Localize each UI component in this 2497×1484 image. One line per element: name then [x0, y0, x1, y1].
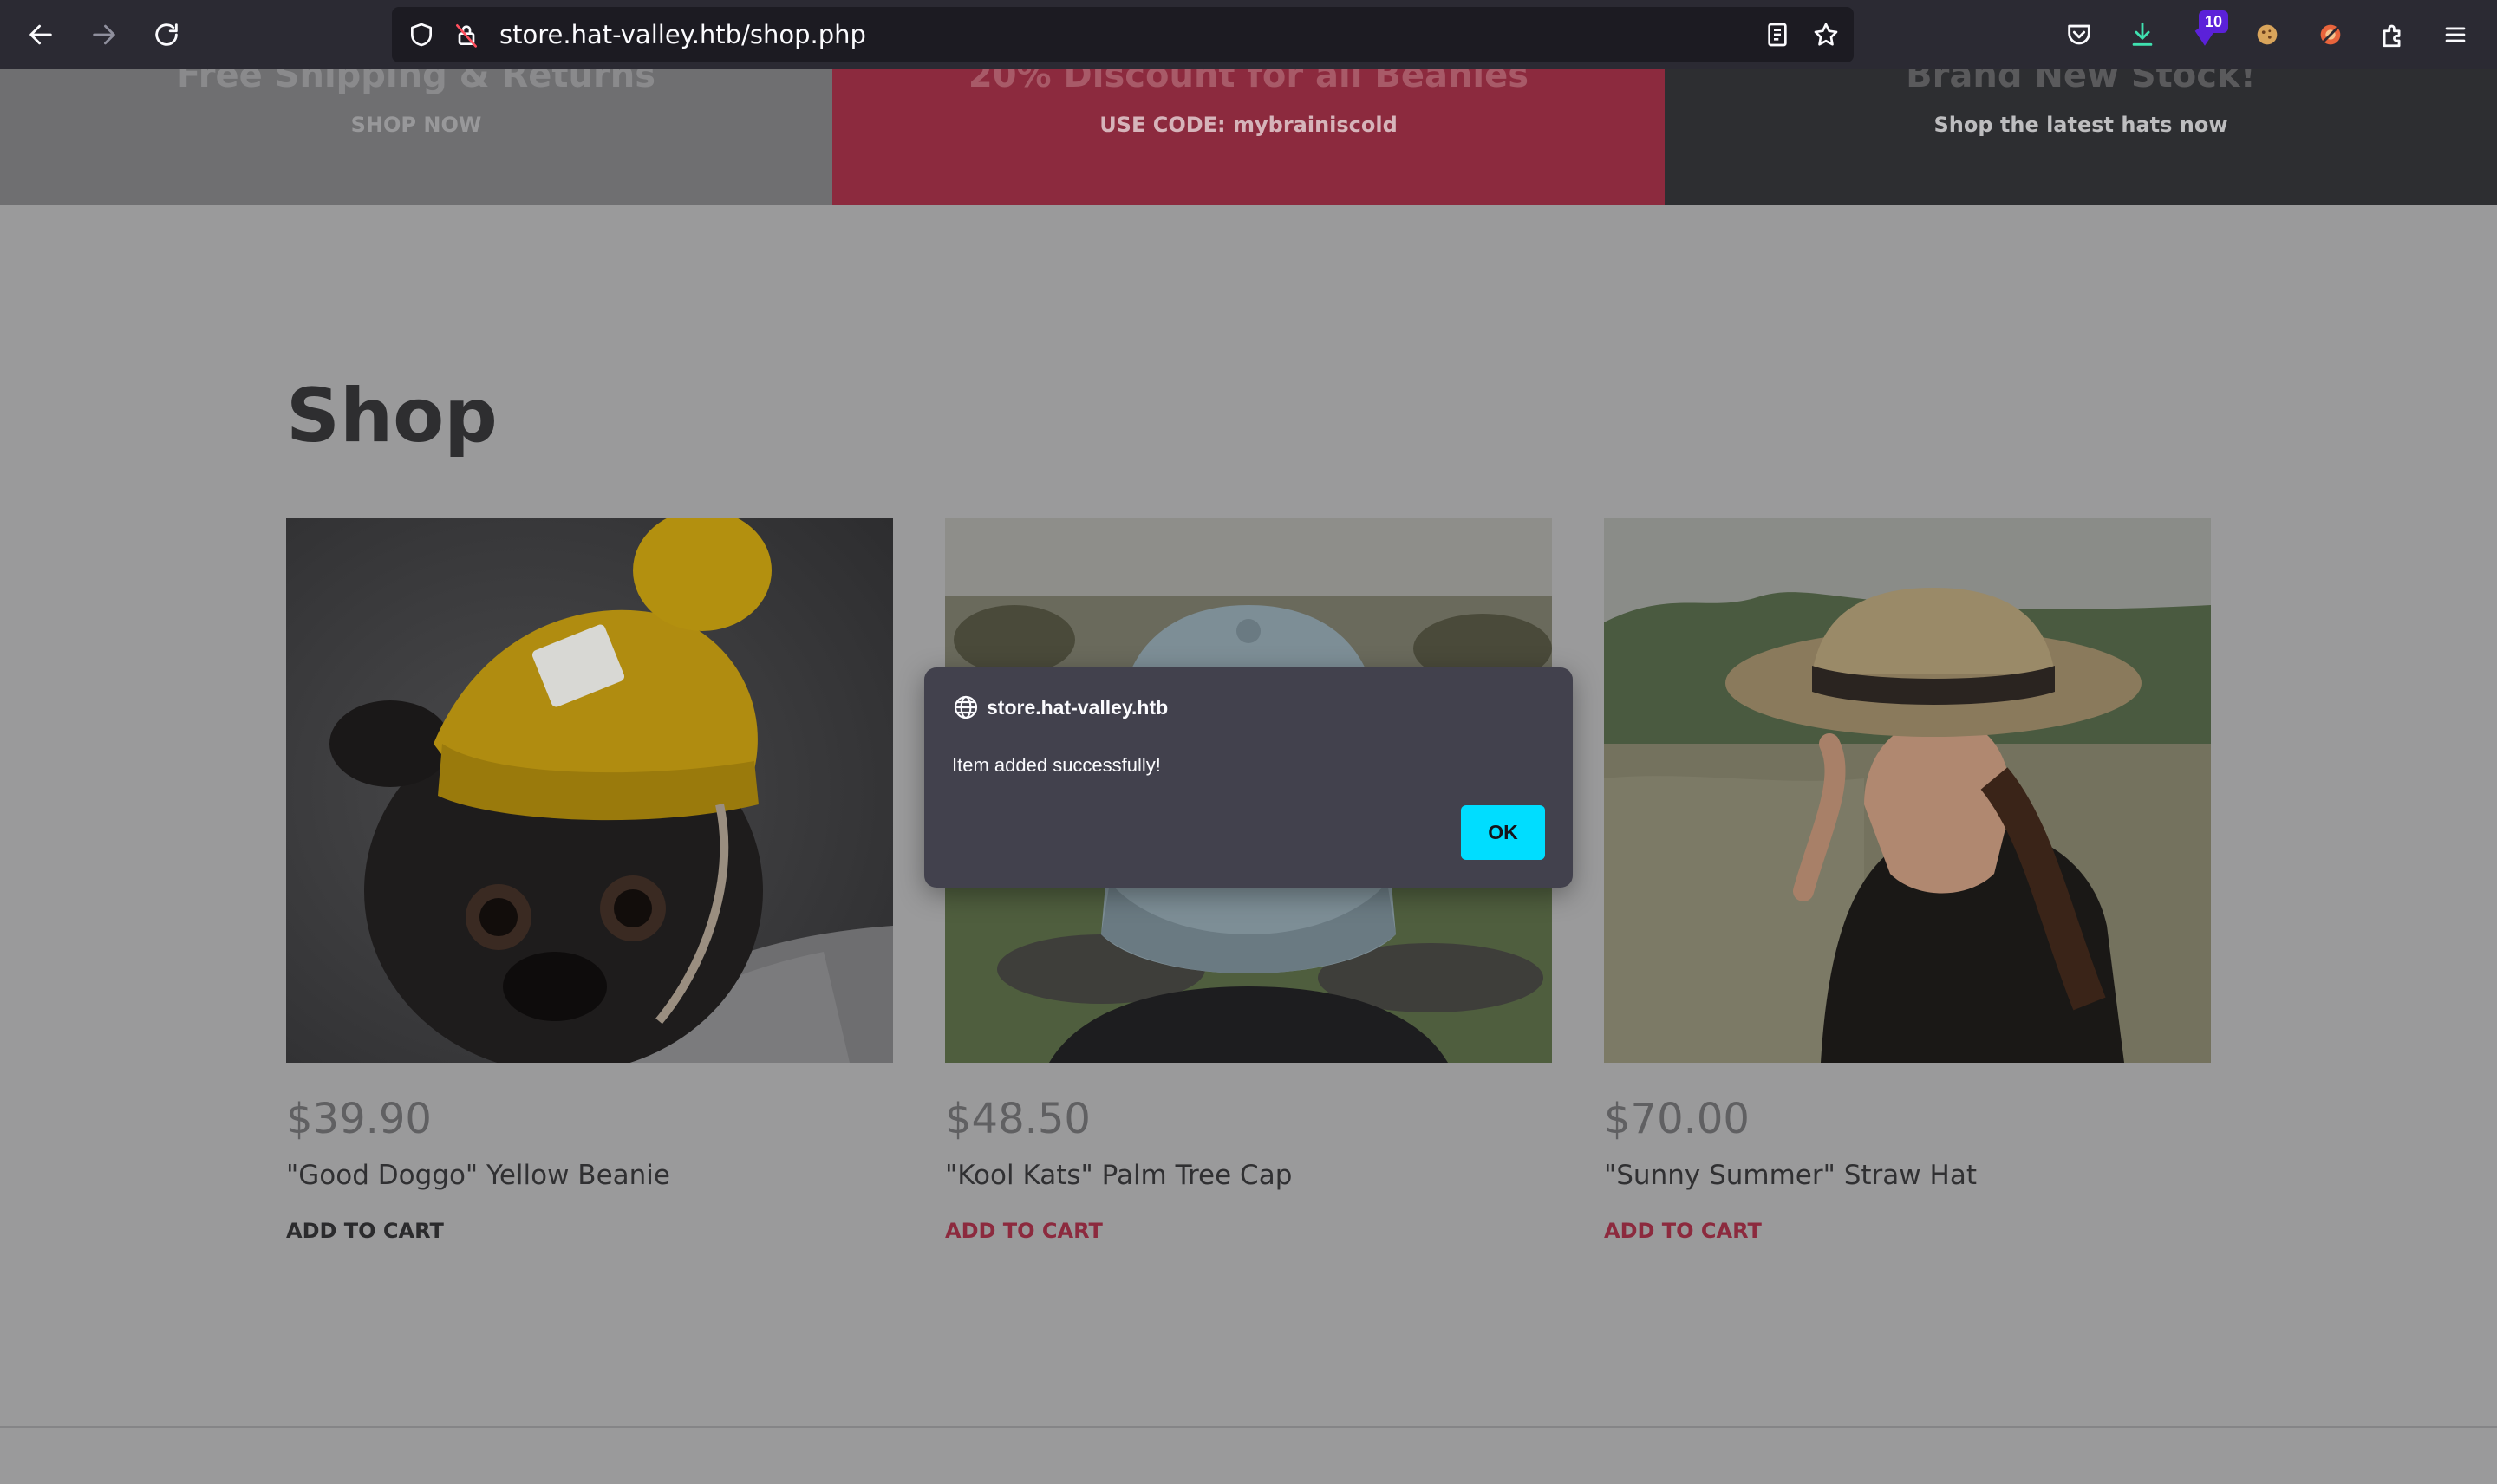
insecure-lock-icon[interactable]	[449, 17, 484, 52]
dialog-origin: store.hat-valley.htb	[952, 693, 1168, 721]
banner-title: Brand New Stock!	[1906, 69, 2256, 95]
banner-title: Free Shipping & Returns	[176, 69, 656, 95]
hamburger-menu-icon	[2445, 27, 2466, 42]
forward-arrow-icon	[93, 24, 115, 45]
url-text[interactable]: store.hat-valley.htb/shop.php	[499, 7, 866, 62]
browser-toolbar: store.hat-valley.htb/shop.php 10	[0, 0, 2497, 69]
pocket-icon	[2068, 24, 2090, 45]
product-name: "Good Doggo" Yellow Beanie	[286, 1160, 670, 1191]
add-to-cart-button[interactable]: ADD TO CART	[286, 1219, 444, 1243]
extensions-menu-button[interactable]	[2372, 14, 2414, 55]
banner-title: 20% Discount for all Beanies	[968, 69, 1529, 95]
product-card: $70.00 "Sunny Summer" Straw Hat ADD TO C…	[1604, 518, 2211, 1243]
reload-button[interactable]	[146, 14, 187, 55]
product-price: $48.50	[945, 1095, 1091, 1143]
extension-count-badge: 10	[2199, 10, 2228, 33]
puzzle-icon	[2383, 24, 2401, 48]
banner-free-shipping[interactable]: Free Shipping & Returns SHOP NOW	[0, 69, 832, 205]
add-to-cart-button[interactable]: ADD TO CART	[1604, 1219, 1762, 1243]
url-bar[interactable]: store.hat-valley.htb/shop.php	[392, 7, 1854, 62]
product-name: "Sunny Summer" Straw Hat	[1604, 1160, 1977, 1191]
banner-new-stock[interactable]: Brand New Stock! Shop the latest hats no…	[1665, 69, 2497, 205]
banner-discount[interactable]: 20% Discount for all Beanies USE CODE: m…	[832, 69, 1665, 205]
product-name: "Kool Kats" Palm Tree Cap	[945, 1160, 1293, 1191]
hackbar-icon	[2320, 24, 2341, 45]
back-arrow-icon	[29, 24, 52, 45]
forward-button[interactable]	[83, 14, 125, 55]
product-card: $39.90 "Good Doggo" Yellow Beanie ADD TO…	[286, 518, 893, 1243]
cookie-icon	[2257, 24, 2278, 45]
download-icon	[2132, 22, 2153, 46]
dialog-message: Item added successfully!	[952, 754, 1161, 776]
footer-divider	[0, 1426, 2497, 1428]
tracking-shield-icon[interactable]	[404, 17, 439, 52]
product-image-straw-hat[interactable]	[1604, 518, 2211, 1063]
product-price: $39.90	[286, 1095, 432, 1143]
reader-view-icon[interactable]	[1760, 17, 1795, 52]
app-menu-button[interactable]	[2435, 14, 2476, 55]
globe-icon	[954, 695, 978, 719]
reload-icon	[155, 23, 178, 46]
extension-button-hackbar[interactable]	[2310, 14, 2351, 55]
product-image-yellow-beanie[interactable]	[286, 518, 893, 1063]
banner-subtitle: USE CODE: mybrainiscold	[1099, 113, 1398, 137]
page-title: Shop	[286, 373, 498, 459]
ok-button[interactable]: OK	[1461, 805, 1545, 860]
banner-subtitle: Shop the latest hats now	[1933, 113, 2228, 137]
extension-button-cookie[interactable]	[2246, 14, 2288, 55]
add-to-cart-button[interactable]: ADD TO CART	[945, 1219, 1103, 1243]
banner-subtitle: SHOP NOW	[350, 113, 482, 137]
back-button[interactable]	[20, 14, 62, 55]
pocket-button[interactable]	[2058, 14, 2100, 55]
product-price: $70.00	[1604, 1095, 1750, 1143]
bookmark-star-icon[interactable]	[1809, 17, 1843, 52]
dialog-host-text: store.hat-valley.htb	[987, 695, 1169, 719]
downloads-button[interactable]	[2122, 14, 2163, 55]
alert-dialog: store.hat-valley.htb Item added successf…	[924, 667, 1573, 888]
